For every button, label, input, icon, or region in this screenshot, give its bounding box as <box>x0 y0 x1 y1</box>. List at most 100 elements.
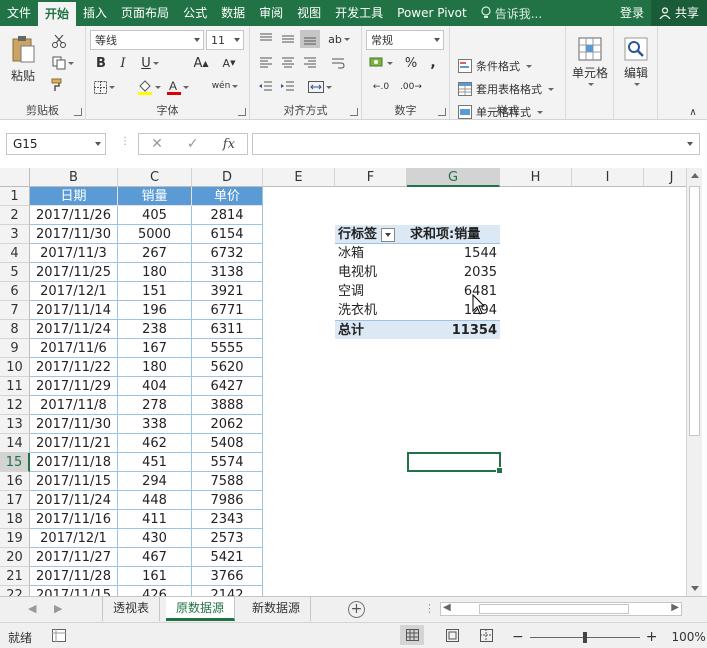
table-cell[interactable]: 411 <box>118 510 192 529</box>
table-cell[interactable]: 404 <box>118 377 192 396</box>
table-cell[interactable]: 2017/11/28 <box>30 567 118 586</box>
table-cell[interactable]: 167 <box>118 339 192 358</box>
table-cell[interactable]: 405 <box>118 206 192 225</box>
table-cell[interactable]: 5408 <box>192 434 263 453</box>
cut-button[interactable] <box>48 32 70 50</box>
menu-tab-page-layout[interactable]: 页面布局 <box>114 0 176 26</box>
number-format-combo[interactable]: 常规 <box>366 30 444 50</box>
table-cell[interactable]: 2017/11/27 <box>30 548 118 567</box>
pivot-total-label[interactable]: 总计 <box>335 320 407 339</box>
table-cell[interactable]: 2017/11/26 <box>30 206 118 225</box>
worksheet-grid[interactable]: BCDEFGHIJ 1 2 3 4 5 6 7 8 9 10 11 12 13 14 15 16 17 18 19 2… <box>0 168 686 596</box>
add-sheet-button[interactable]: + <box>348 601 365 618</box>
number-launcher[interactable] <box>438 108 446 116</box>
cells-button[interactable]: 单元格 <box>568 30 612 92</box>
table-cell[interactable]: 2017/11/30 <box>30 415 118 434</box>
table-cell[interactable]: 2142 <box>192 586 263 596</box>
editing-button[interactable]: 编辑 <box>616 30 656 92</box>
normal-view-button[interactable] <box>400 625 424 645</box>
column-header[interactable]: J <box>644 168 686 187</box>
table-cell[interactable]: 467 <box>118 548 192 567</box>
conditional-format-button[interactable]: 条件格式 <box>458 58 532 74</box>
table-cell[interactable]: 5555 <box>192 339 263 358</box>
table-cell[interactable]: 196 <box>118 301 192 320</box>
orientation-button[interactable]: ab <box>326 30 352 48</box>
tab-splitter[interactable]: ⋮ <box>424 602 435 615</box>
cancel-icon[interactable]: ✕ <box>151 136 163 152</box>
pivot-item-name[interactable]: 冰箱 <box>335 244 407 263</box>
column-header[interactable]: H <box>500 168 572 187</box>
pivot-total-value[interactable]: 11354 <box>407 320 500 339</box>
row-header[interactable]: 4 <box>0 244 30 263</box>
menu-tab-home[interactable]: 开始 <box>38 2 77 26</box>
table-cell[interactable]: 426 <box>118 586 192 596</box>
increase-decimal-button[interactable]: ←.0 <box>368 78 394 96</box>
row-header[interactable]: 11 <box>0 377 30 396</box>
align-center-button[interactable] <box>278 54 298 72</box>
table-cell[interactable]: 2017/12/1 <box>30 529 118 548</box>
font-color-button[interactable]: A <box>166 78 190 96</box>
table-cell[interactable]: 2573 <box>192 529 263 548</box>
table-cell[interactable]: 2017/11/24 <box>30 491 118 510</box>
pivot-item-name[interactable]: 电视机 <box>335 263 407 282</box>
copy-button[interactable] <box>48 54 78 72</box>
table-cell[interactable]: 2017/11/22 <box>30 358 118 377</box>
table-cell[interactable]: 294 <box>118 472 192 491</box>
select-all-corner[interactable] <box>0 168 30 187</box>
row-header[interactable]: 7 <box>0 301 30 320</box>
table-cell[interactable]: 6311 <box>192 320 263 339</box>
scroll-right-icon[interactable]: ▶ <box>671 602 679 613</box>
table-cell[interactable]: 5620 <box>192 358 263 377</box>
font-name-combo[interactable]: 等线 <box>90 30 204 50</box>
table-cell[interactable]: 2017/11/14 <box>30 301 118 320</box>
table-cell[interactable]: 278 <box>118 396 192 415</box>
sheet-tab-new-source[interactable]: 新数据源 <box>242 597 312 621</box>
font-launcher[interactable] <box>238 108 246 116</box>
column-header[interactable]: B <box>30 168 118 187</box>
table-cell[interactable]: 6427 <box>192 377 263 396</box>
merge-center-button[interactable] <box>306 78 334 96</box>
table-cell[interactable]: 180 <box>118 358 192 377</box>
collapse-ribbon-button[interactable]: ∧ <box>686 106 700 118</box>
table-cell[interactable]: 451 <box>118 453 192 472</box>
cell-styles-button[interactable]: 单元格样式 <box>458 104 543 120</box>
table-cell[interactable]: 7588 <box>192 472 263 491</box>
row-header[interactable]: 2 <box>0 206 30 225</box>
column-header[interactable]: G <box>407 168 500 187</box>
horizontal-scroll-thumb[interactable] <box>479 604 629 614</box>
row-header[interactable]: 15 <box>0 453 30 472</box>
paste-button[interactable]: 粘贴 <box>6 30 40 88</box>
percent-button[interactable]: % <box>402 54 420 72</box>
row-header[interactable]: 3 <box>0 225 30 244</box>
table-cell[interactable]: 2017/11/8 <box>30 396 118 415</box>
row-header[interactable]: 1 <box>0 187 30 206</box>
table-cell[interactable]: 2017/11/6 <box>30 339 118 358</box>
share-button[interactable]: 共享 <box>650 0 707 26</box>
table-cell[interactable]: 2017/11/3 <box>30 244 118 263</box>
zoom-level[interactable]: 100% <box>671 630 705 644</box>
menu-tab-file[interactable]: 文件 <box>0 0 38 26</box>
table-cell[interactable]: 238 <box>118 320 192 339</box>
underline-button[interactable]: U <box>138 54 162 72</box>
row-header[interactable]: 18 <box>0 510 30 529</box>
row-header[interactable]: 8 <box>0 320 30 339</box>
format-painter-button[interactable] <box>48 76 70 94</box>
menu-tab-power-pivot[interactable]: Power Pivot <box>390 0 474 26</box>
increase-font-button[interactable]: A ▲ <box>190 54 212 72</box>
wrap-text-button[interactable] <box>328 54 348 72</box>
table-cell[interactable]: 2814 <box>192 206 263 225</box>
table-cell[interactable]: 3766 <box>192 567 263 586</box>
row-header[interactable]: 20 <box>0 548 30 567</box>
pivot-item-name[interactable]: 空调 <box>335 282 407 301</box>
comma-style-button[interactable]: , <box>424 54 442 72</box>
row-header[interactable]: 5 <box>0 263 30 282</box>
tell-me-box[interactable]: 告诉我... <box>474 5 548 22</box>
page-break-view-icon[interactable] <box>480 629 493 642</box>
login-button[interactable]: 登录 <box>613 0 651 26</box>
table-cell[interactable]: 338 <box>118 415 192 434</box>
menu-tab-insert[interactable]: 插入 <box>76 0 114 26</box>
name-box[interactable]: G15 <box>6 133 106 155</box>
sheet-tab-pivot[interactable]: 透视表 <box>102 597 161 621</box>
table-cell[interactable]: 6771 <box>192 301 263 320</box>
format-as-table-button[interactable]: 套用表格格式 <box>458 81 554 97</box>
